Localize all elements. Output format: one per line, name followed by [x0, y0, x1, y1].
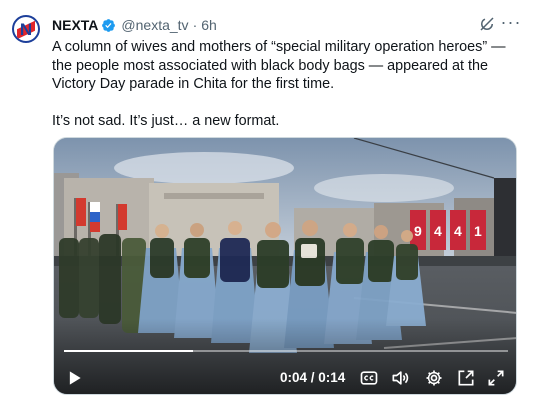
avatar[interactable]: N	[12, 15, 40, 43]
settings-gear-icon[interactable]	[424, 368, 444, 388]
grok-icon[interactable]	[478, 15, 496, 33]
tweet-line: Victory Day parade in Chita for the firs…	[52, 76, 335, 92]
tweet-text: A column of wives and mothers of “specia…	[52, 38, 522, 131]
verified-badge-icon	[102, 18, 116, 32]
tweet-line: the people most associated with black bo…	[52, 57, 488, 74]
video-controls: 0:04 / 0:14	[54, 364, 516, 392]
more-icon[interactable]: ···	[500, 13, 522, 35]
tweet-paragraph-1: A column of wives and mothers of “specia…	[52, 38, 522, 94]
avatar-logo-letter: N	[19, 19, 33, 39]
picture-in-picture-icon[interactable]	[456, 368, 476, 388]
volume-icon[interactable]	[390, 368, 410, 388]
tweet[interactable]: N NEXTA @nexta_tv · 6h ··· A column of w…	[0, 0, 534, 400]
separator-dot: ·	[192, 17, 198, 33]
progress-fill	[64, 350, 193, 352]
fullscreen-icon[interactable]	[486, 368, 506, 388]
progress-track[interactable]	[64, 350, 508, 352]
post-time[interactable]: 6h	[201, 17, 217, 33]
tweet-paragraph-2: It’s not sad. It’s just… a new format.	[52, 113, 280, 129]
play-icon[interactable]	[64, 368, 84, 388]
video-timecode: 0:04 / 0:14	[280, 370, 346, 385]
video-frame: 9 4 4 1	[54, 138, 516, 394]
author-name[interactable]: NEXTA	[52, 17, 98, 33]
tweet-header: NEXTA @nexta_tv · 6h	[52, 16, 217, 34]
tweet-line: A column of wives and mothers of “specia…	[52, 39, 506, 55]
video-player[interactable]: 9 4 4 1	[53, 137, 517, 395]
captions-icon[interactable]	[359, 368, 379, 388]
author-handle[interactable]: @nexta_tv	[121, 17, 188, 33]
